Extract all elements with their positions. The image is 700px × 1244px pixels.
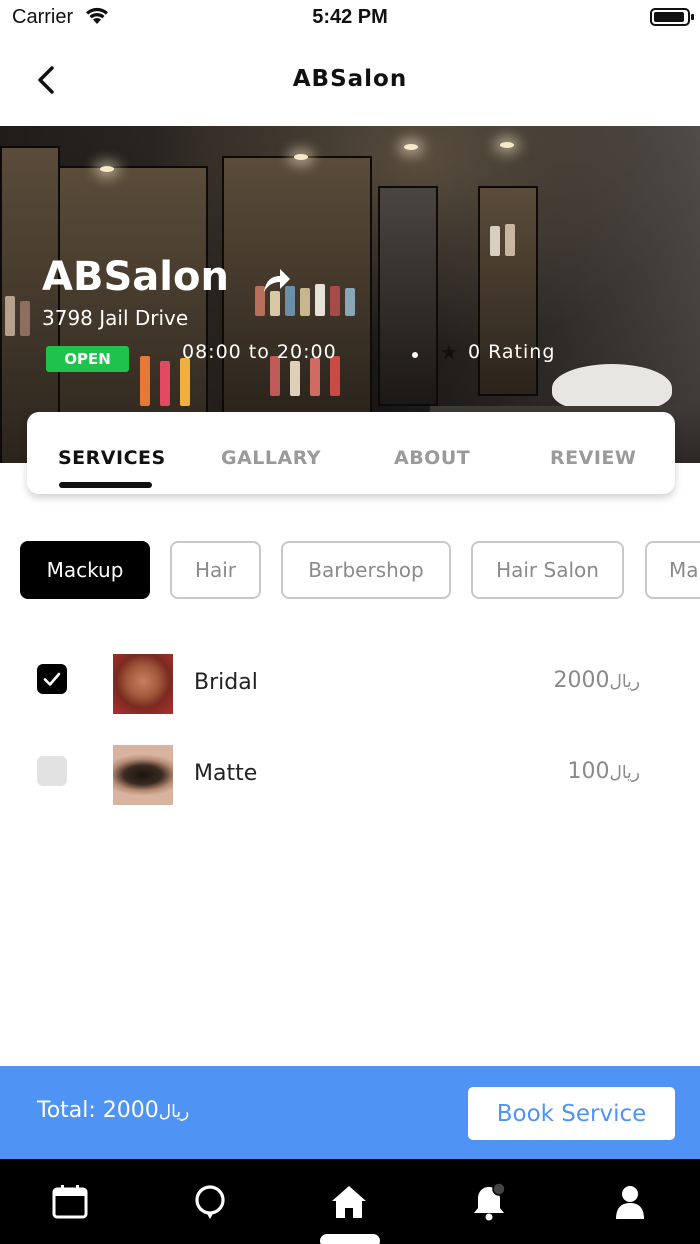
total-amount: Total: 2000ريال (37, 1098, 190, 1123)
tab-review[interactable]: REVIEW (550, 447, 636, 469)
service-price: 2000ريال (553, 668, 640, 693)
active-tab-indicator (320, 1234, 380, 1244)
tab-services[interactable]: SERVICES (58, 447, 166, 469)
status-bar: Carrier 5:42 PM (0, 0, 700, 40)
service-thumbnail (113, 745, 173, 805)
service-row[interactable]: Bridal 2000ريال (0, 649, 700, 719)
tab-about[interactable]: ABOUT (394, 447, 470, 469)
home-icon[interactable] (330, 1183, 368, 1221)
service-name: Bridal (194, 670, 258, 695)
battery-icon (650, 8, 694, 26)
service-thumbnail (113, 654, 173, 714)
service-checkbox[interactable] (37, 664, 67, 694)
bottom-tab-bar (0, 1159, 700, 1244)
chat-icon[interactable] (191, 1183, 229, 1221)
check-icon (43, 672, 61, 686)
service-price: 100ريال (567, 759, 640, 784)
service-row[interactable]: Matte 100ريال (0, 740, 700, 810)
page-title: ABSalon (292, 66, 408, 92)
separator-dot (412, 352, 418, 358)
chip-barbershop[interactable]: Barbershop (281, 541, 451, 599)
booking-footer: Total: 2000ريال Book Service (0, 1066, 700, 1159)
clock: 5:42 PM (312, 6, 388, 28)
salon-name: ABSalon (42, 254, 229, 300)
category-chips: Mackup Hair Barbershop Hair Salon Ma (20, 541, 700, 601)
service-checkbox[interactable] (37, 756, 67, 786)
chip-partial[interactable]: Ma (645, 541, 700, 599)
status-badge: OPEN (46, 346, 129, 372)
nav-bar: ABSalon (0, 40, 700, 126)
opening-hours: 08:00 to 20:00 (182, 341, 337, 363)
share-icon[interactable] (262, 266, 292, 294)
active-tab-indicator (59, 482, 152, 488)
tab-gallary[interactable]: GALLARY (221, 447, 321, 469)
chip-mackup[interactable]: Mackup (20, 541, 150, 599)
service-name: Matte (194, 761, 258, 786)
section-tabs: SERVICES GALLARY ABOUT REVIEW (27, 412, 675, 494)
book-service-button[interactable]: Book Service (468, 1087, 675, 1140)
rating-text: 0 Rating (468, 341, 556, 363)
salon-address: 3798 Jail Drive (42, 306, 189, 330)
calendar-icon[interactable] (51, 1183, 89, 1221)
bell-icon[interactable] (470, 1183, 508, 1221)
star-icon: ★ (440, 340, 458, 364)
chip-hair[interactable]: Hair (170, 541, 261, 599)
chip-hair-salon[interactable]: Hair Salon (471, 541, 624, 599)
profile-icon[interactable] (611, 1183, 649, 1221)
